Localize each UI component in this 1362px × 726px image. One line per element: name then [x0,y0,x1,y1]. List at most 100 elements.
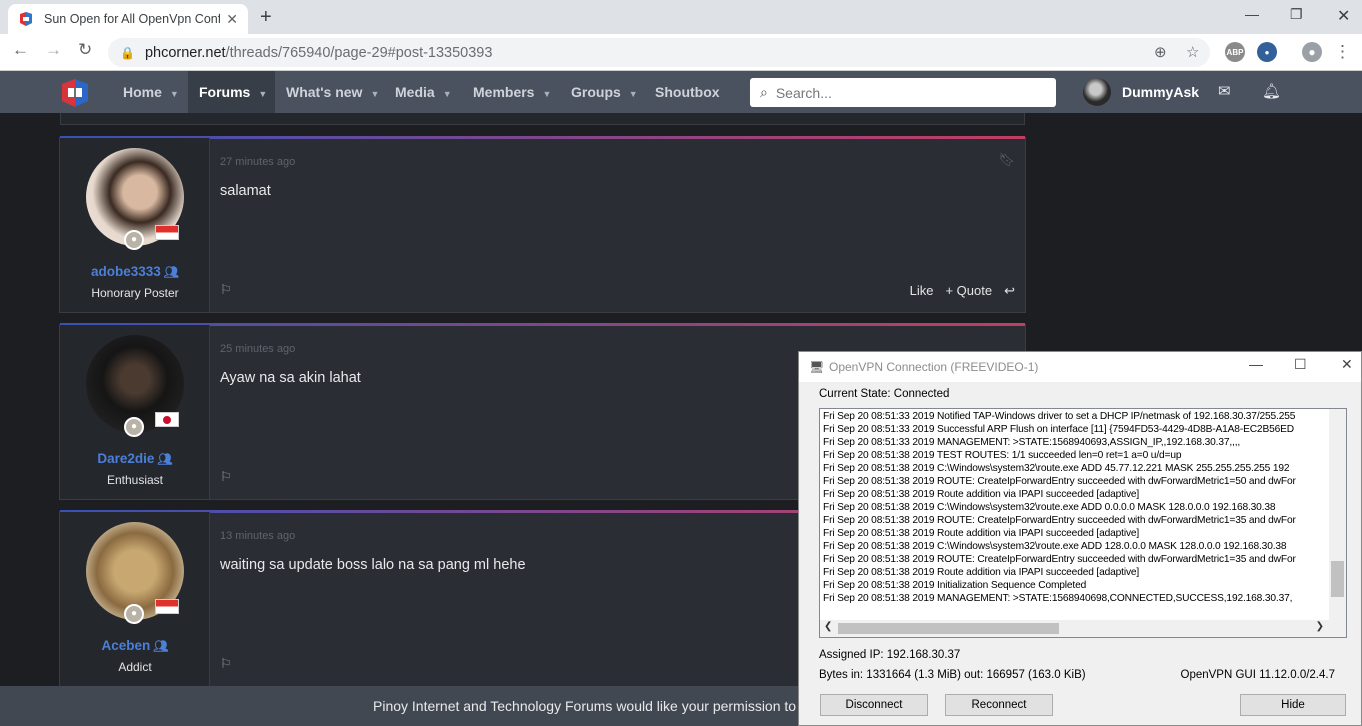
post-actions: Like + Quote ↩ [910,283,1015,299]
scroll-right-icon[interactable]: ❯ [1316,621,1324,632]
reconnect-button[interactable]: Reconnect [945,694,1053,716]
nav-home[interactable]: Home ▼ [117,71,185,113]
post-message: waiting sa update boss lalo na sa pang m… [220,557,526,573]
post-username[interactable]: Dare2die 👥︎ [60,451,210,466]
log-line: Fri Sep 20 08:51:38 2019 MANAGEMENT: >ST… [823,593,1293,604]
nav-whats-new[interactable]: What's new ▼ [280,71,385,113]
report-flag-icon[interactable]: ⚐ [220,282,232,298]
reply-icon[interactable]: ↩ [1004,283,1015,299]
chevron-down-icon[interactable]: ▼ [542,89,551,99]
search-placeholder: Search... [775,84,832,101]
log-line: Fri Sep 20 08:51:38 2019 Route addition … [823,528,1140,539]
add-icon[interactable]: ⊕ [1154,43,1167,61]
cookie-text: Pinoy Internet and Technology Forums wou… [373,698,797,714]
openvpn-monitor-icon: 🖥︎ [809,360,825,374]
forward-icon[interactable]: → [45,40,62,60]
user-badge-icon: ● [124,417,144,437]
user-menu[interactable]: DummyAsk [1083,78,1199,106]
site-favicon-icon [20,12,32,26]
post-time[interactable]: 25 minutes ago [220,343,295,355]
post-username[interactable]: adobe3333 👥︎ [60,264,210,279]
post-message: Ayaw na sa akin lahat [220,370,361,386]
openvpn-title: OpenVPN Connection (FREEVIDEO-1) [829,360,1039,374]
back-icon[interactable]: ← [12,40,29,60]
url-host: phcorner.net [144,44,226,61]
openvpn-titlebar[interactable]: 🖥︎ OpenVPN Connection (FREEVIDEO-1) — ☐ … [799,352,1361,382]
bookmark-star-icon[interactable]: ☆ [1186,43,1199,61]
maximize-icon[interactable]: ☐ [1294,356,1307,373]
browser-tab-strip: Sun Open for All OpenVpn Config ✕ + — ❐ … [0,0,1362,34]
post-time[interactable]: 13 minutes ago [220,530,295,542]
log-line: Fri Sep 20 08:51:38 2019 TEST ROUTES: 1/… [823,450,1182,461]
post-time[interactable]: 27 minutes ago [220,156,295,168]
user-rank: Honorary Poster [91,286,179,300]
horizontal-scroll-thumb[interactable] [838,623,1059,634]
minimize-icon[interactable]: — [1245,6,1259,22]
flag-icon [155,412,179,427]
close-window-icon[interactable]: ✕ [1337,6,1350,26]
vertical-scroll-thumb[interactable] [1331,561,1344,597]
phcorner-logo-icon[interactable] [59,77,91,109]
browser-toolbar: ← → ↻ 🔒 phcorner.net/threads/765940/page… [0,34,1362,71]
post-username[interactable]: Aceben 👥︎ [60,638,210,653]
connection-state: Current State: Connected [819,388,950,400]
envelope-icon[interactable]: ✉ [1218,82,1231,100]
flag-icon [155,599,179,614]
adblock-extension-icon[interactable]: ABP [1225,42,1245,62]
user-badge-icon: ● [124,230,144,250]
log-box[interactable]: Fri Sep 20 08:51:33 2019 Notified TAP-Wi… [819,408,1347,638]
post-user-panel: ● adobe3333 👥︎ Honorary Poster [60,138,210,312]
horizontal-scrollbar[interactable]: ❮ ❯ [820,620,1346,637]
bytes-counter: Bytes in: 1331664 (1.3 MiB) out: 166957 … [819,669,1086,681]
minimize-icon[interactable]: — [1249,356,1263,372]
tab-close-icon[interactable]: ✕ [226,11,238,28]
quote-button[interactable]: + Quote [945,283,992,299]
chevron-down-icon[interactable]: ▼ [443,89,452,99]
scroll-left-icon[interactable]: ❮ [824,621,832,632]
assigned-ip: Assigned IP: 192.168.30.37 [819,649,961,661]
nav-groups[interactable]: Groups ▼ [565,71,644,113]
flag-icon [155,225,179,240]
nav-forums[interactable]: Forums ▼ [188,71,276,113]
verified-user-icon: 👥︎ [153,639,169,653]
restore-icon[interactable]: ❐ [1290,6,1303,23]
chevron-down-icon[interactable]: ▼ [370,89,379,99]
address-bar[interactable]: 🔒 phcorner.net/threads/765940/page-29#po… [108,38,1210,67]
log-line: Fri Sep 20 08:51:38 2019 ROUTE: CreateIp… [823,515,1296,526]
log-line: Fri Sep 20 08:51:38 2019 Route addition … [823,567,1140,578]
user-rank: Addict [118,660,152,674]
reload-icon[interactable]: ↻ [78,40,92,60]
nav-shoutbox[interactable]: Shoutbox [649,71,726,113]
chevron-down-icon[interactable]: ▼ [170,89,179,99]
menu-dots-icon[interactable]: ⋮ [1334,42,1351,62]
log-lines: Fri Sep 20 08:51:33 2019 Notified TAP-Wi… [823,410,1329,605]
globe-extension-icon[interactable]: ● [1257,42,1277,62]
chevron-down-icon[interactable]: ▼ [629,89,638,99]
report-flag-icon[interactable]: ⚐ [220,656,232,672]
log-line: Fri Sep 20 08:51:38 2019 C:\Windows\syst… [823,463,1290,474]
bookmark-icon[interactable]: 🔖︎ [998,152,1015,168]
profile-icon[interactable]: ● [1302,42,1322,62]
bell-icon[interactable]: 🔔︎ [1262,82,1281,100]
like-button[interactable]: Like [910,283,934,299]
chevron-down-icon[interactable]: ▼ [258,89,267,99]
openvpn-window: 🖥︎ OpenVPN Connection (FREEVIDEO-1) — ☐ … [798,351,1362,726]
nav-media[interactable]: Media ▼ [389,71,458,113]
disconnect-button[interactable]: Disconnect [820,694,928,716]
vertical-scrollbar[interactable] [1329,409,1346,621]
browser-tab[interactable]: Sun Open for All OpenVpn Config ✕ [8,4,248,34]
new-tab-button[interactable]: + [260,6,272,29]
report-flag-icon[interactable]: ⚐ [220,469,232,485]
openvpn-version: OpenVPN GUI 11.12.0.0/2.4.7 [1180,669,1336,681]
search-input[interactable]: ⌕ Search... [750,78,1056,107]
user-rank: Enthusiast [106,473,164,487]
log-line: Fri Sep 20 08:51:38 2019 Initialization … [823,580,1087,591]
verified-user-icon: 👥︎ [157,452,173,466]
close-icon[interactable]: ✕ [1341,356,1353,373]
post-message: salamat [220,183,271,199]
previous-post-bottom [60,113,1025,125]
verified-user-icon: 👥︎ [163,265,180,279]
hide-button[interactable]: Hide [1240,694,1346,716]
nav-members[interactable]: Members ▼ [467,71,557,113]
log-line: Fri Sep 20 08:51:38 2019 ROUTE: CreateIp… [823,476,1296,487]
